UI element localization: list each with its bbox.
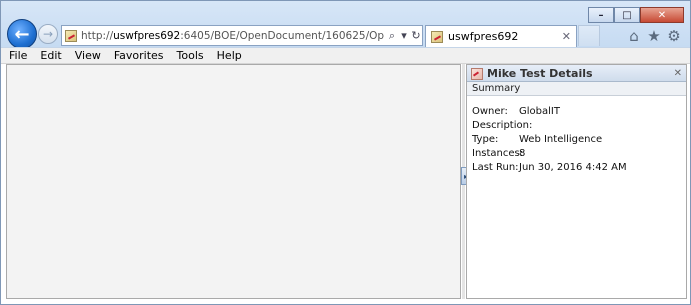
maximize-button[interactable]: □ bbox=[614, 7, 640, 23]
search-icon[interactable]: ⌕ bbox=[386, 29, 398, 43]
detail-key: Type: bbox=[472, 133, 499, 145]
address-bar-actions: ⌕ ▾ ↻ bbox=[386, 29, 422, 43]
detail-value: 8 bbox=[519, 147, 526, 159]
details-panel-header: Mike Test Details ✕ bbox=[467, 65, 686, 82]
refresh-icon[interactable]: ↻ bbox=[410, 29, 422, 42]
tab-favicon-icon bbox=[431, 30, 443, 43]
detail-value: Jun 30, 2016 4:42 AM bbox=[519, 161, 627, 173]
menu-help[interactable]: Help bbox=[217, 49, 242, 62]
detail-row-description: Description: bbox=[472, 118, 686, 132]
forward-button[interactable]: → bbox=[38, 24, 58, 44]
chevron-down-icon[interactable]: ▾ bbox=[398, 29, 410, 42]
detail-row-owner: Owner: GlobalIT bbox=[472, 104, 686, 118]
detail-key: Description: bbox=[472, 119, 533, 131]
menu-tools[interactable]: Tools bbox=[177, 49, 204, 62]
tab-close-icon[interactable]: ✕ bbox=[562, 30, 571, 43]
menu-file[interactable]: File bbox=[9, 49, 27, 62]
new-tab-button[interactable] bbox=[578, 25, 600, 46]
minimize-icon: – bbox=[598, 9, 604, 21]
url-prefix: http:// bbox=[80, 29, 114, 42]
detail-key: Owner: bbox=[472, 105, 508, 117]
browser-window: – □ ✕ ← → http://uswfpres692:6405/BOE/Op… bbox=[0, 0, 691, 305]
minimize-button[interactable]: – bbox=[588, 7, 614, 23]
menu-view[interactable]: View bbox=[75, 49, 101, 62]
title-bar: – □ ✕ ← → http://uswfpres692:6405/BOE/Op… bbox=[1, 1, 690, 49]
details-list: Owner: GlobalIT Description: Type: Web I… bbox=[467, 96, 686, 174]
detail-value: GlobalIT bbox=[519, 105, 560, 117]
gear-icon[interactable]: ⚙ bbox=[664, 27, 684, 45]
menu-edit[interactable]: Edit bbox=[40, 49, 61, 62]
back-arrow-icon: ← bbox=[14, 23, 30, 45]
url-text[interactable]: http://uswfpres692:6405/BOE/OpenDocument… bbox=[81, 30, 384, 42]
details-panel: Mike Test Details ✕ Summary Owner: Globa… bbox=[466, 64, 687, 299]
detail-row-last-run: Last Run: Jun 30, 2016 4:42 AM bbox=[472, 160, 686, 174]
address-bar[interactable]: http://uswfpres692:6405/BOE/OpenDocument… bbox=[61, 25, 423, 46]
detail-key: Instances: bbox=[472, 147, 524, 159]
browser-tools: ⌂ ★ ⚙ bbox=[624, 27, 684, 45]
menu-bar: File Edit View Favorites Tools Help bbox=[1, 47, 690, 64]
back-button[interactable]: ← bbox=[7, 19, 37, 49]
close-icon: ✕ bbox=[657, 9, 667, 21]
document-icon bbox=[470, 67, 483, 80]
panel-close-icon[interactable]: ✕ bbox=[674, 68, 682, 79]
maximize-icon: □ bbox=[622, 9, 632, 21]
url-path: :6405/BOE/OpenDocument/160625/OpenDocume… bbox=[180, 29, 384, 42]
favorites-star-icon[interactable]: ★ bbox=[644, 27, 664, 45]
detail-row-type: Type: Web Intelligence bbox=[472, 132, 686, 146]
details-panel-title: Mike Test Details bbox=[487, 66, 593, 80]
url-host: uswfpres692 bbox=[113, 29, 181, 42]
forward-arrow-icon: → bbox=[42, 27, 54, 41]
home-icon[interactable]: ⌂ bbox=[624, 27, 644, 45]
summary-section-header: Summary bbox=[467, 82, 686, 96]
detail-key: Last Run: bbox=[472, 161, 519, 173]
browser-tab[interactable]: uswfpres692 ✕ bbox=[425, 25, 577, 47]
main-workspace-pane bbox=[6, 64, 461, 299]
close-window-button[interactable]: ✕ bbox=[640, 7, 684, 23]
menu-favorites[interactable]: Favorites bbox=[114, 49, 164, 62]
tab-title: uswfpres692 bbox=[448, 30, 519, 43]
detail-value: Web Intelligence bbox=[519, 133, 603, 145]
summary-label: Summary bbox=[472, 83, 521, 94]
page-content: ▸ Mike Test Details ✕ Summary Owner: Glo… bbox=[1, 64, 690, 304]
detail-row-instances: Instances: 8 bbox=[472, 146, 686, 160]
page-favicon-icon bbox=[65, 29, 77, 42]
window-controls: – □ ✕ bbox=[588, 7, 684, 23]
